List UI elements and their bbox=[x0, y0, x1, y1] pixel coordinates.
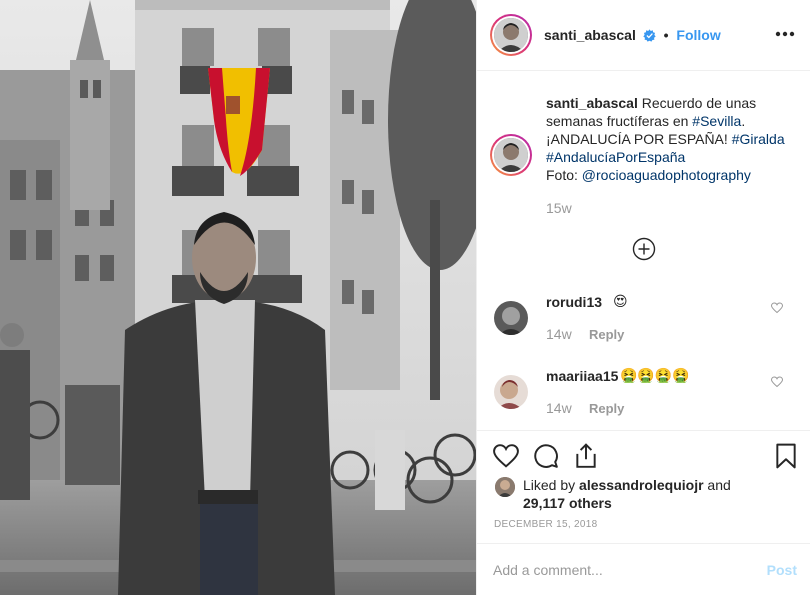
caption-photo-credit: Foto: bbox=[546, 167, 578, 183]
heart-icon[interactable] bbox=[493, 443, 519, 469]
commenter-username[interactable]: maariiaa15 bbox=[546, 368, 618, 384]
comment-icon[interactable] bbox=[533, 443, 559, 469]
more-options-icon[interactable] bbox=[775, 26, 795, 42]
comment-item: maariiaa15 🤮🤮🤮🤮 14w Reply bbox=[477, 358, 810, 428]
caption-author-avatar[interactable] bbox=[490, 134, 532, 176]
comment-heart-icon[interactable] bbox=[771, 376, 783, 388]
post-side-panel: santi_abascal • Follow santi_abascal Rec… bbox=[476, 0, 810, 595]
caption-timestamp[interactable]: 15w bbox=[546, 200, 572, 216]
post-photo[interactable] bbox=[0, 0, 476, 595]
load-more-comments-icon[interactable] bbox=[632, 237, 656, 261]
likes-count[interactable]: 29,117 others bbox=[523, 495, 612, 511]
author-avatar[interactable] bbox=[490, 14, 532, 56]
comment-heart-icon[interactable] bbox=[771, 302, 783, 314]
comment-timestamp[interactable]: 14w bbox=[546, 326, 572, 342]
comment-text: 😍 bbox=[613, 293, 628, 309]
mention-photographer[interactable]: @rocioaguadophotography bbox=[582, 167, 751, 183]
follow-button[interactable]: Follow bbox=[676, 27, 720, 43]
liker-avatar[interactable] bbox=[495, 477, 515, 497]
bookmark-icon[interactable] bbox=[773, 443, 799, 469]
reply-button[interactable]: Reply bbox=[589, 401, 624, 416]
commenter-username[interactable]: rorudi13 bbox=[546, 294, 602, 310]
comments-area: santi_abascal Recuerdo de unas semanas f… bbox=[477, 71, 810, 431]
post-header: santi_abascal • Follow bbox=[477, 0, 810, 71]
share-icon[interactable] bbox=[573, 443, 599, 469]
verified-badge-icon bbox=[643, 29, 656, 42]
post-comment-button[interactable]: Post bbox=[767, 562, 797, 578]
liker-username[interactable]: alessandrolequiojr bbox=[579, 477, 703, 493]
comment-text: 🤮🤮🤮🤮 bbox=[620, 367, 690, 383]
author-username[interactable]: santi_abascal bbox=[544, 27, 636, 43]
add-comment-section: Post bbox=[477, 543, 810, 595]
hashtag-andalucia[interactable]: #AndalucíaPorEspaña bbox=[546, 149, 685, 165]
comment-timestamp[interactable]: 14w bbox=[546, 400, 572, 416]
hashtag-giralda[interactable]: #Giralda bbox=[732, 131, 785, 147]
likes-summary: Liked by alessandrolequiojr and 29,117 o… bbox=[523, 476, 763, 512]
post-date[interactable]: DECEMBER 15, 2018 bbox=[494, 519, 597, 530]
likes-prefix: Liked by bbox=[523, 477, 576, 493]
reply-button[interactable]: Reply bbox=[589, 327, 624, 342]
header-separator: • bbox=[663, 27, 669, 43]
likes-and: and bbox=[707, 477, 731, 493]
caption-username[interactable]: santi_abascal bbox=[546, 95, 638, 111]
commenter-avatar[interactable] bbox=[494, 301, 528, 335]
comment-item: rorudi13 😍 14w Reply bbox=[477, 284, 810, 354]
photo-illustration bbox=[0, 0, 476, 595]
hashtag-sevilla[interactable]: #Sevilla bbox=[692, 113, 741, 129]
post-actions: Liked by alessandrolequiojr and 29,117 o… bbox=[477, 430, 810, 555]
commenter-avatar[interactable] bbox=[494, 375, 528, 409]
comment-input[interactable] bbox=[493, 559, 743, 581]
post-caption: santi_abascal Recuerdo de unas semanas f… bbox=[546, 94, 796, 184]
